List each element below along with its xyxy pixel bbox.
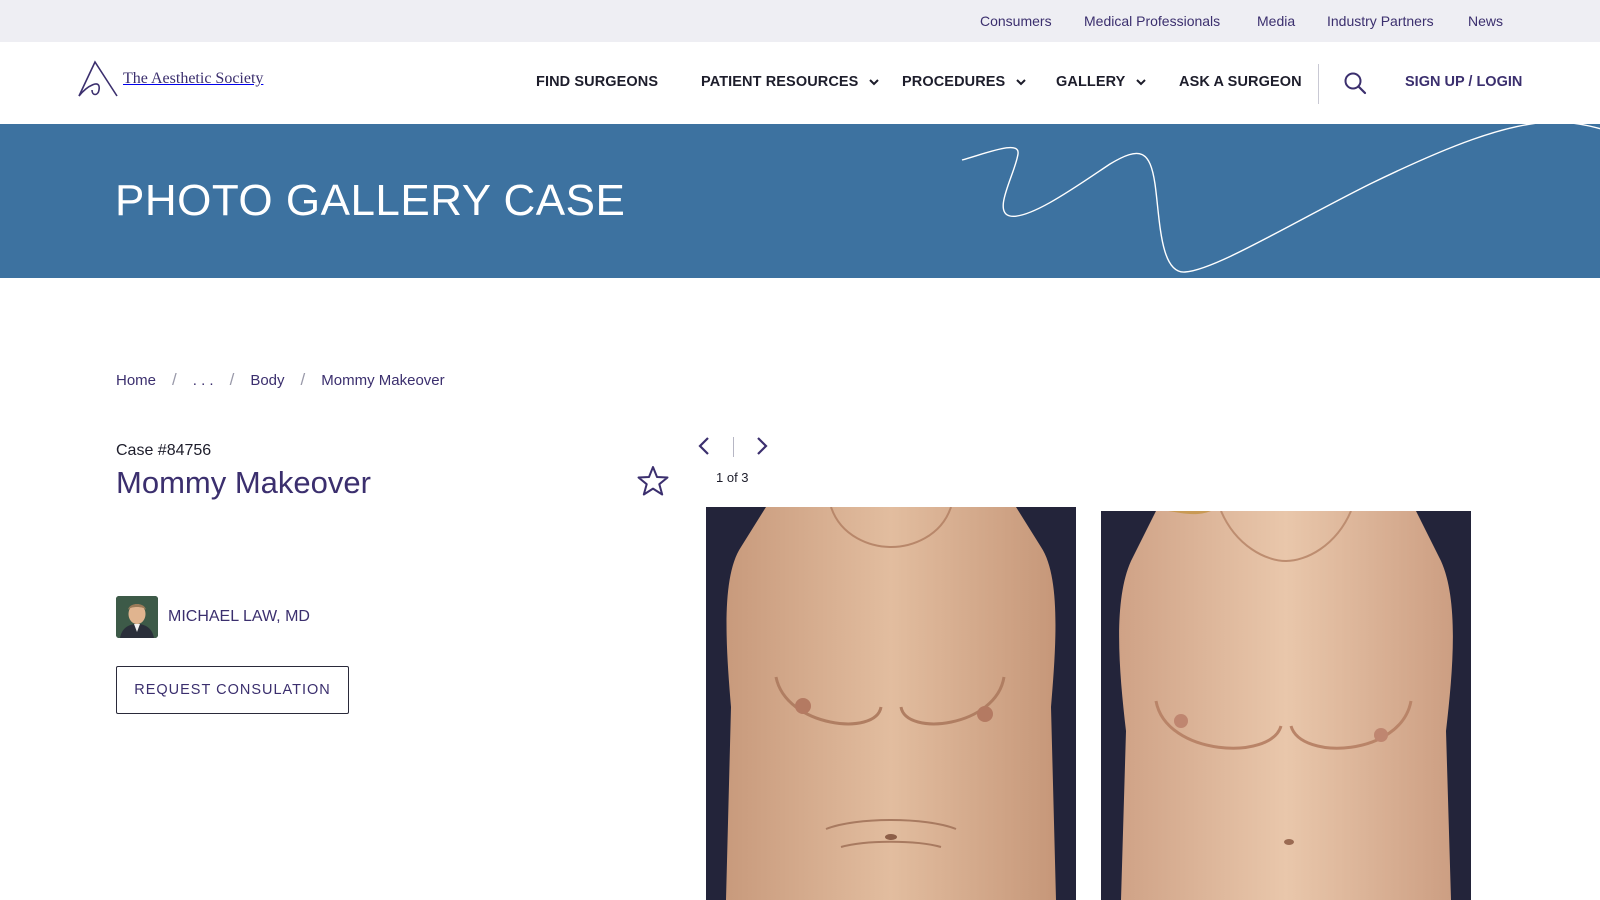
hero-banner: PHOTO GALLERY CASE xyxy=(0,124,1600,278)
nav-label: GALLERY xyxy=(1056,74,1126,90)
search-icon[interactable] xyxy=(1343,71,1367,95)
star-outline-icon[interactable] xyxy=(636,464,670,498)
logo-text: The Aesthetic Society xyxy=(123,70,264,87)
pager-count: 1 of 3 xyxy=(716,470,749,485)
site-logo[interactable]: The Aesthetic Society xyxy=(77,60,263,98)
util-link-news[interactable]: News xyxy=(1468,13,1503,29)
nav-label: PROCEDURES xyxy=(902,74,1006,90)
util-link-industry-partners[interactable]: Industry Partners xyxy=(1327,13,1434,29)
avatar xyxy=(116,596,158,638)
util-link-media[interactable]: Media xyxy=(1257,13,1295,29)
util-link-consumers[interactable]: Consumers xyxy=(980,13,1052,29)
chevron-left-icon[interactable] xyxy=(694,434,714,458)
case-title: Mommy Makeover xyxy=(116,465,371,500)
nav-divider xyxy=(1318,64,1319,104)
after-photo[interactable] xyxy=(1101,511,1471,900)
breadcrumb-separator: / xyxy=(300,370,306,389)
nav-gallery[interactable]: GALLERY xyxy=(1056,74,1147,90)
case-number: Case #84756 xyxy=(116,442,212,459)
surgeon-link[interactable]: MICHAEL LAW, MD xyxy=(116,596,310,638)
chevron-down-icon xyxy=(1016,79,1027,86)
main-header: The Aesthetic Society FIND SURGEONS PATI… xyxy=(0,42,1600,124)
nav-label: ASK A SURGEON xyxy=(1179,74,1302,90)
nav-patient-resources[interactable]: PATIENT RESOURCES xyxy=(701,74,880,90)
breadcrumb-separator: / xyxy=(172,370,177,389)
chevron-down-icon xyxy=(1136,79,1147,86)
nav-find-surgeons[interactable]: FIND SURGEONS xyxy=(536,74,658,90)
before-photo[interactable] xyxy=(706,507,1076,900)
signup-login-link[interactable]: SIGN UP / LOGIN xyxy=(1405,74,1522,90)
nav-label: FIND SURGEONS xyxy=(536,74,659,90)
breadcrumb-body[interactable]: Body xyxy=(250,372,284,389)
breadcrumb-ellipsis[interactable]: . . . xyxy=(193,372,214,389)
breadcrumb-home[interactable]: Home xyxy=(116,372,156,389)
logo-mark-icon xyxy=(78,60,118,97)
nav-label: PATIENT RESOURCES xyxy=(701,74,859,90)
breadcrumb-current: Mommy Makeover xyxy=(321,371,445,389)
surgeon-name: MICHAEL LAW, MD xyxy=(168,608,310,625)
page-title: PHOTO GALLERY CASE xyxy=(115,176,626,225)
chevron-right-icon[interactable] xyxy=(752,434,772,458)
nav-ask-a-surgeon[interactable]: ASK A SURGEON xyxy=(1179,74,1302,90)
breadcrumb: Home / . . . / Body / Mommy Makeover xyxy=(116,370,445,390)
chevron-down-icon xyxy=(869,79,880,86)
breadcrumb-separator: / xyxy=(229,370,235,389)
nav-procedures[interactable]: PROCEDURES xyxy=(902,74,1027,90)
request-consultation-button[interactable]: REQUEST CONSULATION xyxy=(116,666,349,714)
util-link-medical-professionals[interactable]: Medical Professionals xyxy=(1084,13,1220,29)
utility-bar: Consumers Medical Professionals Media In… xyxy=(0,0,1600,42)
pager-divider xyxy=(733,437,734,457)
